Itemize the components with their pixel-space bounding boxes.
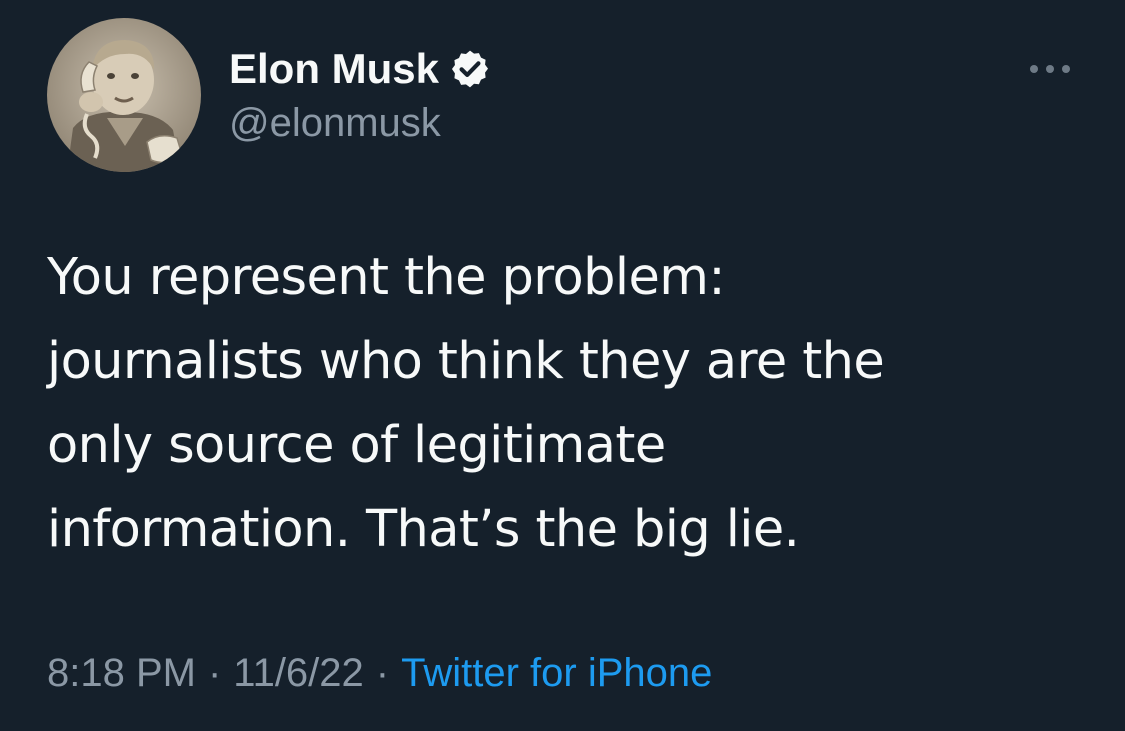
tweet-source-link[interactable]: Twitter for iPhone — [401, 651, 712, 695]
tweet-text-line: You represent the problem: — [47, 248, 726, 307]
tweet-date[interactable]: 11/6/22 — [233, 651, 364, 695]
tweet-card: Elon Musk @elonmusk You represent the pr… — [0, 0, 1125, 731]
tweet-text-line: information. That’s the big lie. — [47, 500, 800, 559]
tweet-meta: 8:18 PM · 11/6/22 · Twitter for iPhone — [47, 648, 712, 698]
meta-separator: · — [375, 651, 390, 695]
more-options-icon[interactable] — [1026, 60, 1074, 78]
tweet-text-line: only source of legitimate — [47, 416, 666, 475]
avatar[interactable] — [47, 18, 201, 172]
tweet-text-line: journalists who think they are the — [47, 332, 885, 391]
author-display-name[interactable]: Elon Musk — [229, 44, 439, 94]
tweet-text: You represent the problem: journalists w… — [47, 236, 1087, 572]
author-handle[interactable]: @elonmusk — [229, 99, 441, 147]
avatar-image — [47, 18, 201, 172]
meta-separator: · — [207, 651, 222, 695]
author-name-row: Elon Musk — [229, 44, 491, 94]
verified-badge-icon — [449, 48, 491, 90]
tweet-time[interactable]: 8:18 PM — [47, 651, 196, 695]
